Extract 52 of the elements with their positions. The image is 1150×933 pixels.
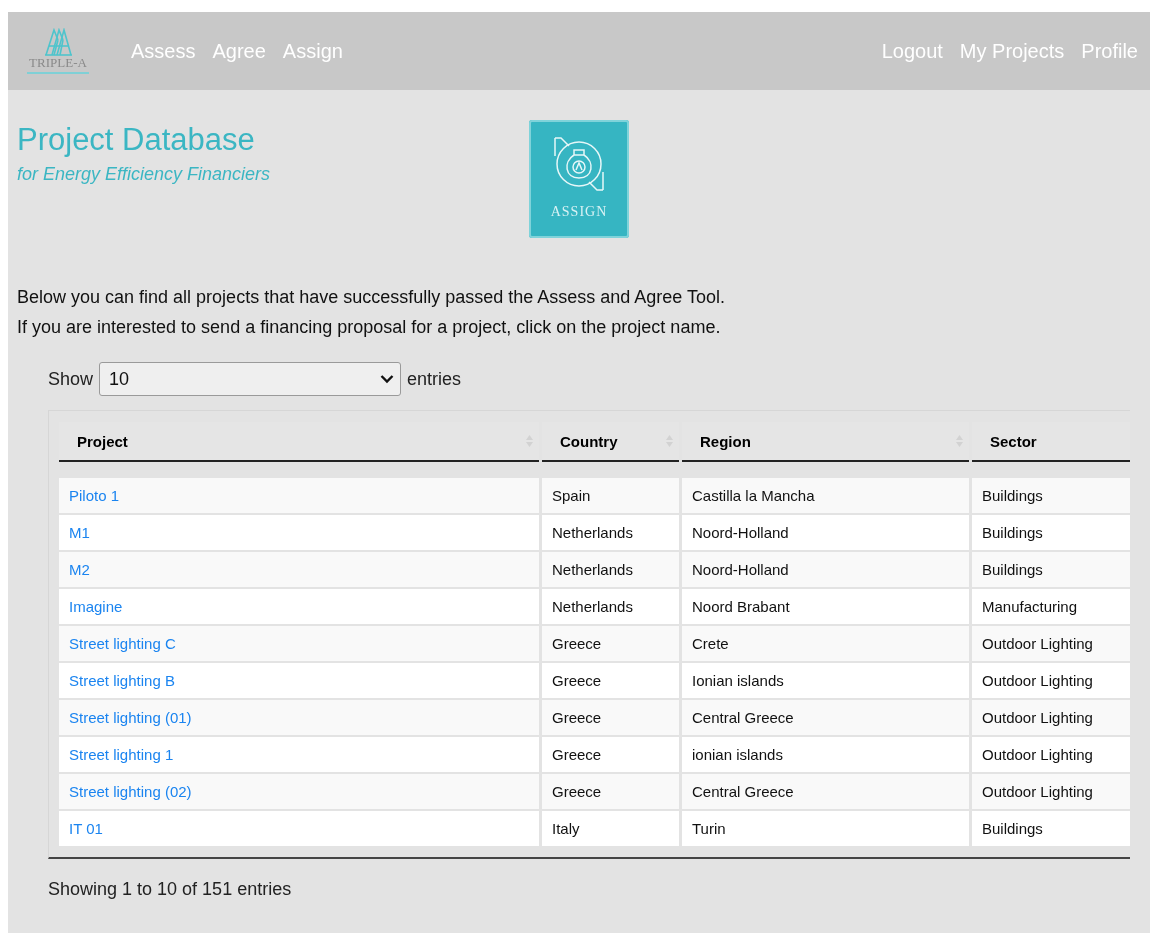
table-cell: Buildings [972,811,1130,846]
table-cell: Buildings [972,478,1130,513]
table-cell: Noord-Holland [682,552,969,587]
table-cell: Crete [682,626,969,661]
table-info: Showing 1 to 10 of 151 entries [48,879,293,900]
project-link[interactable]: IT 01 [69,820,103,837]
table-cell: Netherlands [542,552,679,587]
table-cell: Outdoor Lighting [972,626,1130,661]
table-cell: Buildings [972,552,1130,587]
table-cell: Greece [542,774,679,809]
intro-text: Below you can find all projects that have successfully passed the Assess and Agree Tool. [17,286,727,309]
table-cell: Manufacturing [972,589,1130,624]
table-cell: Buildings [972,515,1130,550]
page-title: Project Database [17,122,256,158]
page-size-select[interactable]: 10 [99,362,402,396]
table-cell: Central Greece [682,774,969,809]
brand-logo[interactable]: TRIPLE-A [18,28,98,74]
project-link[interactable]: Street lighting B [69,672,175,689]
project-link[interactable]: Street lighting (02) [69,783,192,800]
project-link[interactable]: M1 [69,524,90,541]
project-link[interactable]: Street lighting (01) [69,709,192,726]
table-cell: Greece [542,663,679,698]
project-link[interactable]: Imagine [69,598,123,615]
table-cell: Netherlands [542,589,679,624]
table-cell: Outdoor Lighting [972,663,1130,698]
project-link[interactable]: Street lighting C [69,635,176,652]
project-link[interactable]: M2 [69,561,90,578]
table-cell: Greece [542,700,679,735]
assign-badge: ASSIGN [529,120,629,238]
ladder-icon [43,28,73,56]
table-cell: Italy [542,811,679,846]
table-cell: Greece [542,626,679,661]
table-cell: Ionian islands [682,663,969,698]
table-cell: Outdoor Lighting [972,700,1130,735]
length-label: Show [48,368,94,390]
project-link[interactable]: Street lighting 1 [69,746,174,763]
page-subtitle: for Energy Efficiency Financiers [17,164,272,185]
table-cell: Central Greece [682,700,969,735]
intro-text: If you are interested to send a financing proposal for a project, click on the project name. [17,316,722,339]
table-cell: Spain [542,478,679,513]
project-link[interactable]: Piloto 1 [69,487,120,504]
table-cell: Castilla la Mancha [682,478,969,513]
table-cell: Noord-Holland [682,515,969,550]
table-cell: Outdoor Lighting [972,737,1130,772]
length-label: entries [407,368,462,390]
table-cell: ionian islands [682,737,969,772]
table-cell: Turin [682,811,969,846]
table-cell: Noord Brabant [682,589,969,624]
table-cell: Greece [542,737,679,772]
table-cell: Netherlands [542,515,679,550]
table-cell: Outdoor Lighting [972,774,1130,809]
chevron-down-icon [380,374,395,384]
